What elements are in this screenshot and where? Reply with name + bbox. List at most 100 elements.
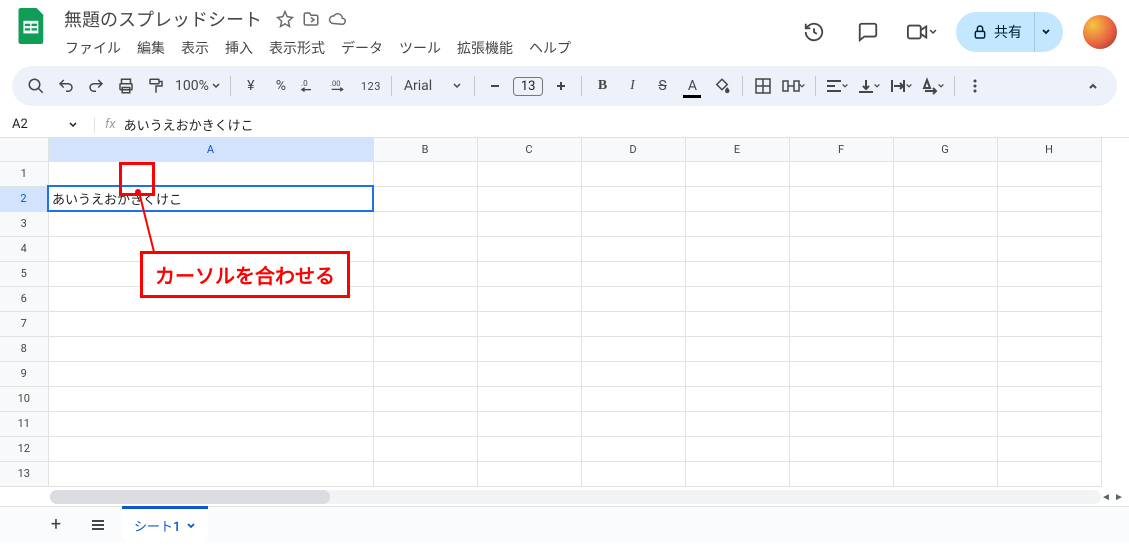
font-size-input[interactable]: 13 <box>513 77 544 96</box>
cell-A10[interactable] <box>48 386 373 411</box>
cell-C5[interactable] <box>477 261 581 286</box>
menu-tools[interactable]: ツール <box>392 34 448 62</box>
borders-button[interactable] <box>749 72 777 100</box>
cell-B3[interactable] <box>373 211 477 236</box>
col-header-B[interactable]: B <box>373 138 477 161</box>
currency-button[interactable]: ¥ <box>237 72 265 100</box>
cell-D9[interactable] <box>581 361 685 386</box>
cell-B2[interactable] <box>373 186 477 211</box>
cell-D6[interactable] <box>581 286 685 311</box>
scroll-left-icon[interactable]: ◄ <box>1100 490 1112 504</box>
cell-G8[interactable] <box>893 336 997 361</box>
cell-F4[interactable] <box>789 236 893 261</box>
cell-E6[interactable] <box>685 286 789 311</box>
cell-E3[interactable] <box>685 211 789 236</box>
row-header-1[interactable]: 1 <box>0 161 48 186</box>
cell-G5[interactable] <box>893 261 997 286</box>
menu-insert[interactable]: 挿入 <box>218 34 260 62</box>
menu-format[interactable]: 表示形式 <box>262 34 332 62</box>
row-header-8[interactable]: 8 <box>0 336 48 361</box>
menu-help[interactable]: ヘルプ <box>522 34 578 62</box>
percent-button[interactable]: % <box>267 72 295 100</box>
cell-D8[interactable] <box>581 336 685 361</box>
cell-H12[interactable] <box>997 436 1101 461</box>
cell-B13[interactable] <box>373 461 477 486</box>
more-formats-button[interactable]: 123 <box>357 72 385 100</box>
cell-A2[interactable]: あいうえおかきくけこ <box>48 186 373 211</box>
cell-E8[interactable] <box>685 336 789 361</box>
document-title[interactable]: 無題のスプレッドシート <box>58 5 268 33</box>
col-header-C[interactable]: C <box>477 138 581 161</box>
col-header-D[interactable]: D <box>581 138 685 161</box>
cell-D1[interactable] <box>581 161 685 186</box>
cell-C3[interactable] <box>477 211 581 236</box>
col-header-G[interactable]: G <box>893 138 997 161</box>
cell-G7[interactable] <box>893 311 997 336</box>
cell-G3[interactable] <box>893 211 997 236</box>
cell-D12[interactable] <box>581 436 685 461</box>
share-dropdown[interactable] <box>1034 12 1063 52</box>
cell-F11[interactable] <box>789 411 893 436</box>
cell-H2[interactable] <box>997 186 1101 211</box>
row-header-6[interactable]: 6 <box>0 286 48 311</box>
cell-F12[interactable] <box>789 436 893 461</box>
cell-H10[interactable] <box>997 386 1101 411</box>
row-header-7[interactable]: 7 <box>0 311 48 336</box>
redo-button[interactable] <box>82 72 110 100</box>
col-header-A[interactable]: A <box>48 138 373 161</box>
merge-cells-button[interactable] <box>779 72 809 100</box>
undo-button[interactable] <box>52 72 80 100</box>
menu-view[interactable]: 表示 <box>174 34 216 62</box>
menu-extensions[interactable]: 拡張機能 <box>450 34 520 62</box>
cell-B1[interactable] <box>373 161 477 186</box>
cell-G9[interactable] <box>893 361 997 386</box>
zoom-select[interactable]: 100% <box>172 72 224 100</box>
cell-H11[interactable] <box>997 411 1101 436</box>
row-header-4[interactable]: 4 <box>0 236 48 261</box>
sheets-logo[interactable] <box>12 6 52 46</box>
cell-B8[interactable] <box>373 336 477 361</box>
vertical-align-button[interactable] <box>854 72 884 100</box>
cell-E2[interactable] <box>685 186 789 211</box>
cell-E7[interactable] <box>685 311 789 336</box>
cell-G2[interactable] <box>893 186 997 211</box>
menu-file[interactable]: ファイル <box>58 34 128 62</box>
cell-B10[interactable] <box>373 386 477 411</box>
cell-C10[interactable] <box>477 386 581 411</box>
cell-B7[interactable] <box>373 311 477 336</box>
cell-E4[interactable] <box>685 236 789 261</box>
cell-E13[interactable] <box>685 461 789 486</box>
cell-F10[interactable] <box>789 386 893 411</box>
cell-B12[interactable] <box>373 436 477 461</box>
cell-H6[interactable] <box>997 286 1101 311</box>
cell-G4[interactable] <box>893 236 997 261</box>
italic-button[interactable]: I <box>618 72 646 100</box>
text-rotation-button[interactable] <box>918 72 948 100</box>
add-sheet-button[interactable]: + <box>38 510 74 540</box>
font-select[interactable]: Arial <box>398 72 468 100</box>
search-icon[interactable] <box>22 72 50 100</box>
meet-icon[interactable] <box>902 12 942 52</box>
sheet-tab-1[interactable]: シート1 <box>122 506 208 542</box>
cell-C2[interactable] <box>477 186 581 211</box>
cell-A7[interactable] <box>48 311 373 336</box>
menu-edit[interactable]: 編集 <box>130 34 172 62</box>
cell-C13[interactable] <box>477 461 581 486</box>
cell-F1[interactable] <box>789 161 893 186</box>
cell-H4[interactable] <box>997 236 1101 261</box>
cell-E1[interactable] <box>685 161 789 186</box>
cell-G13[interactable] <box>893 461 997 486</box>
cell-B5[interactable] <box>373 261 477 286</box>
cell-H7[interactable] <box>997 311 1101 336</box>
cell-D7[interactable] <box>581 311 685 336</box>
increase-font-size-button[interactable] <box>547 72 575 100</box>
row-header-10[interactable]: 10 <box>0 386 48 411</box>
cell-D2[interactable] <box>581 186 685 211</box>
formula-bar[interactable]: あいうえおかきくけこ <box>124 115 254 134</box>
star-icon[interactable] <box>276 10 294 28</box>
col-header-H[interactable]: H <box>997 138 1101 161</box>
increase-decimal-button[interactable]: .00 <box>327 72 355 100</box>
cell-F2[interactable] <box>789 186 893 211</box>
cell-E12[interactable] <box>685 436 789 461</box>
collapse-toolbar-button[interactable] <box>1079 72 1107 100</box>
